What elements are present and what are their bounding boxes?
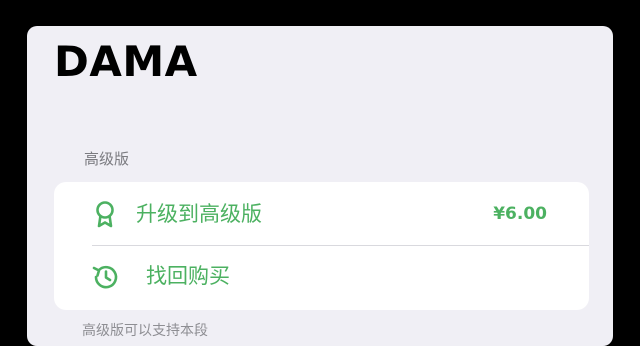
- restore-purchase-label: 找回购买: [146, 264, 230, 288]
- premium-footer-note: 高级版可以支持本段: [82, 323, 208, 339]
- settings-sheet: DAMA 高级版 升级到高级版 ¥6.00 找回购买 高级版可以支持本段: [27, 26, 613, 346]
- price-label: ¥6.00: [493, 204, 547, 224]
- award-ribbon-icon: [90, 199, 120, 229]
- upgrade-premium-row[interactable]: 升级到高级版 ¥6.00: [54, 182, 589, 245]
- section-header-premium: 高级版: [84, 150, 130, 168]
- upgrade-premium-label: 升级到高级版: [136, 202, 262, 226]
- app-title: DAMA: [54, 37, 198, 86]
- restore-purchase-row[interactable]: 找回购买: [54, 246, 589, 309]
- premium-group: 升级到高级版 ¥6.00 找回购买: [54, 182, 589, 310]
- history-clock-icon: [90, 262, 120, 292]
